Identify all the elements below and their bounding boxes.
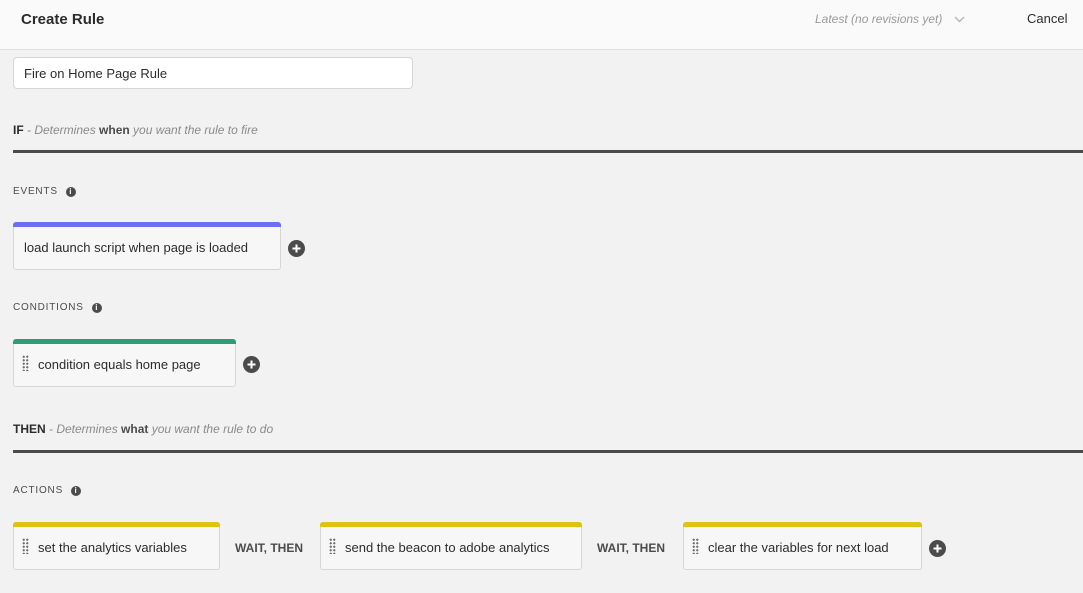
add-condition-button[interactable] [243,356,260,373]
cancel-button[interactable]: Cancel [1027,11,1067,26]
if-section-heading: IF - Determines when you want the rule t… [13,123,258,137]
condition-card[interactable]: condition equals home page [13,339,236,387]
event-card-accent [13,222,281,227]
conditions-label-text: CONDITIONS [13,302,84,313]
then-divider [13,450,1083,453]
drag-handle-icon[interactable] [22,537,29,554]
then-suffix: you want the rule to do [148,422,274,436]
if-keyword: IF [13,123,24,137]
conditions-label: CONDITIONS i [13,302,102,313]
actions-label: ACTIONS i [13,485,82,496]
action-card-accent [683,522,922,527]
plus-circle-icon [247,360,256,369]
plus-circle-icon [933,544,942,553]
actions-label-text: ACTIONS [13,485,64,496]
add-event-button[interactable] [288,240,305,257]
action-card[interactable]: clear the variables for next load [683,522,922,570]
condition-card-accent [13,339,236,344]
action-card-accent [13,522,220,527]
action-card[interactable]: set the analytics variables [13,522,220,570]
info-icon[interactable]: i [91,302,102,313]
plus-circle-icon [292,244,301,253]
add-action-button[interactable] [929,540,946,557]
if-prefix: - Determines [23,123,100,137]
header-bar: Create Rule Latest (no revisions yet) Ca… [0,0,1083,50]
then-keyword: THEN [13,422,46,436]
page-title: Create Rule [21,11,105,28]
condition-card-label: condition equals home page [38,357,201,372]
action-card-label: send the beacon to adobe analytics [345,540,550,555]
action-card-accent [320,522,582,527]
events-label: EVENTS i [13,186,76,197]
events-label-text: EVENTS [13,186,58,197]
info-icon[interactable]: i [65,186,76,197]
then-prefix: - Determines [45,422,122,436]
event-card[interactable]: load launch script when page is loaded [13,222,281,270]
chevron-down-icon [954,16,965,22]
rule-name-input[interactable] [13,57,413,89]
then-section-heading: THEN - Determines what you want the rule… [13,422,273,436]
action-card-label: clear the variables for next load [708,540,889,555]
wait-then-connector: WAIT, THEN [235,541,303,555]
event-card-label: load launch script when page is loaded [24,240,249,255]
then-emphasis: what [121,422,149,436]
if-suffix: you want the rule to fire [129,123,258,137]
drag-handle-icon[interactable] [22,354,29,371]
revision-label: Latest (no revisions yet) [815,12,943,26]
action-card[interactable]: send the beacon to adobe analytics [320,522,582,570]
info-icon[interactable]: i [71,485,82,496]
wait-then-connector: WAIT, THEN [597,541,665,555]
drag-handle-icon[interactable] [692,537,699,554]
drag-handle-icon[interactable] [329,537,336,554]
revision-selector[interactable]: Latest (no revisions yet) [815,12,965,26]
action-card-label: set the analytics variables [38,540,187,555]
if-divider [13,150,1083,153]
if-emphasis: when [99,123,130,137]
